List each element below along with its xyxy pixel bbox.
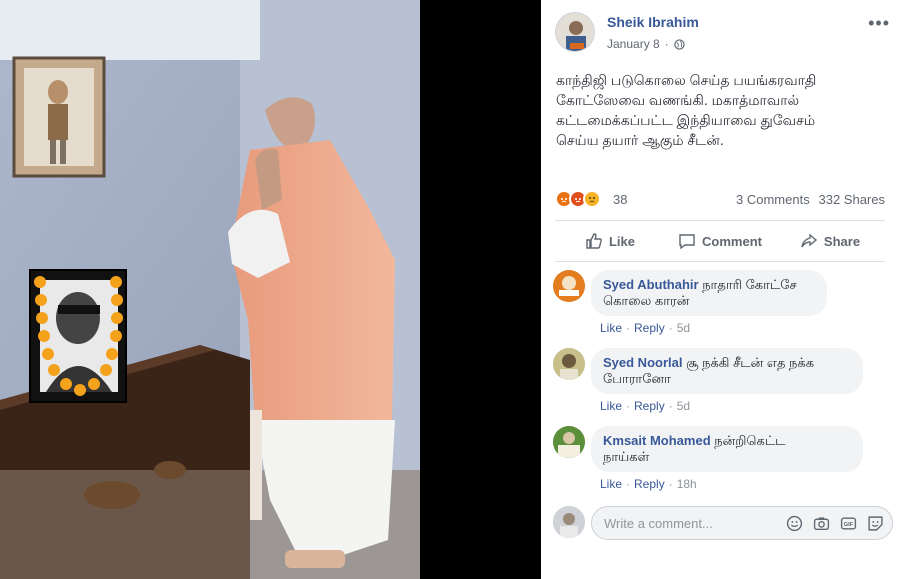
comment-bubble: Syed Abuthahir நாதாரி கோட்சே கொலை காரன் [591,270,827,316]
gif-icon[interactable]: GIF [840,515,857,532]
comment-time[interactable]: 5d [677,399,690,413]
comment-button[interactable]: Comment [665,224,775,258]
comment-reply-link[interactable]: Reply [634,321,665,335]
comment-links: Like · Reply · 5d [600,399,691,413]
reactions-bar: 38 3 Comments 332 Shares [555,190,885,210]
post-panel: Sheik Ibrahim January 8 · ••• காந்திஜி ப… [541,0,900,579]
comment-item: Kmsait Mohamed நன்றிகெட்ட நாய்கள் Like · … [553,426,888,496]
post-photo[interactable] [0,0,420,579]
thumbs-up-icon [586,233,602,249]
comment-label: Comment [702,233,762,249]
comment-like-link[interactable]: Like [600,321,622,335]
reaction-icons[interactable] [555,190,601,208]
comment-placeholder: Write a comment... [604,516,713,531]
commenter-name[interactable]: Syed Noorlal [603,355,682,370]
like-label: Like [608,233,635,249]
commenter-avatar[interactable] [553,348,585,380]
more-options-icon[interactable]: ••• [868,14,890,32]
divider [555,220,885,221]
globe-icon [674,38,685,50]
comment-composer: Write a comment... GIF [553,506,893,540]
photo-viewer: Sheik Ibrahim January 8 · ••• காந்திஜி ப… [0,0,900,579]
comment-bubble: Kmsait Mohamed நன்றிகெட்ட நாய்கள் [591,426,863,472]
commenter-name[interactable]: Kmsait Mohamed [603,433,711,448]
comment-links: Like · Reply · 5d [600,321,691,335]
share-button[interactable]: Share [775,224,885,258]
comment-like-link[interactable]: Like [600,399,622,413]
comment-reply-link[interactable]: Reply [634,399,665,413]
commenter-name[interactable]: Syed Abuthahir [603,277,699,292]
composer-icons: GIF [786,515,884,532]
author-name[interactable]: Sheik Ibrahim [607,14,699,30]
comment-input[interactable]: Write a comment... GIF [591,506,893,540]
post-meta: January 8 · [607,37,685,51]
shares-count[interactable]: 332 Shares [819,192,886,207]
comment-bubble: Syed Noorlal சூ நக்கி சீடன் எத நக்க போரா… [591,348,863,394]
sticker-icon[interactable] [867,515,884,532]
camera-icon[interactable] [813,515,830,532]
comment-reply-link[interactable]: Reply [634,477,665,491]
post-text: காந்திஜி படுகொலை செய்த பயங்கரவாதி கோட்ஸே… [556,72,817,148]
post-actions: Like Comment Share [555,224,885,258]
post-header: Sheik Ibrahim January 8 · ••• [555,12,890,56]
author-avatar[interactable] [555,12,595,52]
current-user-avatar [553,506,585,538]
comment-item: Syed Noorlal சூ நக்கி சீடன் எத நக்க போரா… [553,348,888,418]
photo-image [0,0,420,579]
commenter-avatar[interactable] [553,426,585,458]
comments-count[interactable]: 3 Comments [736,192,810,207]
comment-icon [679,234,695,250]
share-icon [801,233,818,248]
comment-time[interactable]: 5d [677,321,690,335]
comment-links: Like · Reply · 18h [600,477,697,491]
post-date[interactable]: January 8 [607,37,660,51]
emoji-icon[interactable] [786,515,803,532]
reaction-count[interactable]: 38 [613,192,627,207]
sad-react-icon [583,190,601,208]
commenter-avatar[interactable] [553,270,585,302]
share-label: Share [823,233,861,249]
like-button[interactable]: Like [555,224,665,258]
comment-time[interactable]: 18h [677,477,697,491]
svg-text:GIF: GIF [844,522,854,528]
comment-item: Syed Abuthahir நாதாரி கோட்சே கொலை காரன் … [553,270,888,340]
comment-like-link[interactable]: Like [600,477,622,491]
